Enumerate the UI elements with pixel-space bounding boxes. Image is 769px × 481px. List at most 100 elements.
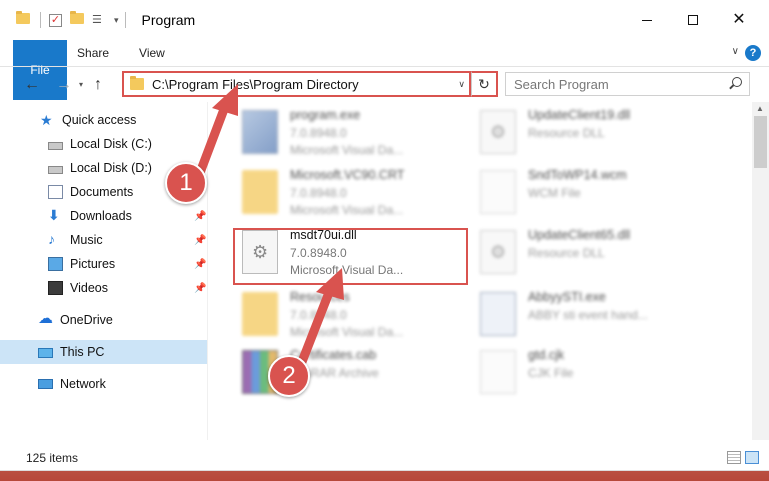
file-name: UpdateClient19.dll	[528, 108, 631, 122]
documents-icon	[48, 185, 63, 199]
file-description: Microsoft Visual Da...	[290, 143, 404, 157]
search-placeholder: Search Program	[514, 76, 609, 92]
onedrive-icon: ☁	[38, 310, 53, 327]
back-button[interactable]: ←	[20, 76, 44, 94]
search-icon	[732, 77, 742, 87]
help-icon[interactable]: ?	[745, 45, 761, 61]
address-bar[interactable]: C:\Program Files\Program Directory ∨	[122, 71, 471, 97]
file-description: Microsoft Visual Da...	[290, 203, 404, 217]
document-file-icon	[480, 350, 516, 394]
sidebar-item-pictures[interactable]: Pictures 📌	[0, 252, 207, 276]
sidebar-item-onedrive[interactable]: ☁ OneDrive	[0, 308, 207, 332]
close-icon: ✕	[732, 11, 746, 28]
forward-button[interactable]: →	[52, 76, 76, 94]
refresh-button[interactable]: ↻	[471, 71, 498, 97]
vertical-scrollbar[interactable]: ▲	[752, 102, 769, 440]
tab-share[interactable]: Share	[62, 40, 124, 66]
file-type: WCM File	[528, 186, 581, 200]
new-folder-icon[interactable]	[70, 11, 84, 27]
file-name: gtd.cjk	[528, 348, 565, 362]
downloads-icon: ⬇	[48, 207, 60, 223]
folder-icon	[130, 76, 144, 90]
view-switcher	[727, 451, 759, 464]
document-file-icon	[480, 170, 516, 214]
folder-icon	[242, 292, 278, 336]
large-icons-view-icon[interactable]	[745, 451, 759, 464]
search-input[interactable]: Search Program	[505, 72, 750, 96]
close-button[interactable]: ✕	[716, 0, 762, 40]
title-bar: ✓ ☰ ▾ Program ✕	[0, 0, 769, 40]
dll-file-icon: ⚙	[480, 230, 516, 274]
file-version: 7.0.8948.0	[290, 186, 347, 200]
maximize-button[interactable]	[670, 0, 716, 40]
content-area: ★ Quick access Local Disk (C:) Local Dis…	[0, 102, 769, 440]
address-row: ← → ▾ ↑ C:\Program Files\Program Directo…	[0, 66, 769, 102]
sidebar-item-label: Pictures	[70, 257, 116, 271]
sidebar-item-label: This PC	[60, 345, 105, 359]
file-name: Resources	[290, 290, 350, 304]
pin-icon[interactable]: 📌	[194, 235, 206, 246]
scroll-up-icon[interactable]: ▲	[756, 104, 764, 113]
sidebar-item-network[interactable]: Network	[0, 372, 207, 396]
file-item-microsoft-vc90-crt[interactable]: Microsoft.VC90.CRT 7.0.8948.0 Microsoft …	[234, 166, 464, 226]
file-description: Microsoft Visual Da...	[290, 325, 404, 339]
pin-icon[interactable]: 📌	[194, 259, 206, 270]
sidebar-item-label: Documents	[70, 185, 134, 199]
file-item-program-exe[interactable]: program.exe 7.0.8948.0 Microsoft Visual …	[234, 106, 464, 166]
pictures-icon	[48, 257, 63, 271]
quick-access-toolbar-icon[interactable]: ☰	[92, 13, 106, 27]
file-type: CJK File	[528, 366, 574, 380]
gear-icon: ⚙	[490, 122, 507, 142]
file-item-updateclient19-dll[interactable]: ⚙ UpdateClient19.dll Resource DLL	[472, 106, 702, 166]
drive-icon	[48, 165, 63, 174]
sidebar-item-this-pc[interactable]: This PC	[0, 340, 207, 364]
file-name: program.exe	[290, 108, 361, 122]
videos-icon	[48, 281, 63, 295]
folder-icon[interactable]	[16, 11, 30, 27]
dll-file-icon: ⚙	[480, 110, 516, 154]
file-item-resources[interactable]: Resources 7.0.8948.0 Microsoft Visual Da…	[234, 288, 464, 348]
sidebar-item-local-disk-c[interactable]: Local Disk (C:)	[0, 132, 207, 156]
status-bar: 125 items	[0, 447, 769, 469]
details-view-icon[interactable]	[727, 451, 741, 464]
sidebar-item-label: Downloads	[70, 209, 132, 223]
customize-toolbar-caret-icon[interactable]: ▾	[114, 15, 119, 26]
folder-icon	[242, 170, 278, 214]
pin-icon[interactable]: 📌	[194, 211, 206, 222]
properties-icon[interactable]: ✓	[49, 13, 62, 27]
drive-icon	[48, 141, 63, 150]
minimize-button[interactable]	[624, 0, 670, 40]
sidebar-item-label: Quick access	[62, 113, 137, 127]
file-item-abbyysti-exe[interactable]: AbbyySTI.exe ABBY sti event hand...	[472, 288, 702, 348]
sidebar-item-music[interactable]: ♪ Music 📌	[0, 228, 207, 252]
network-icon	[38, 379, 53, 389]
maximize-icon	[688, 15, 698, 25]
expand-ribbon-icon[interactable]: ∨	[732, 46, 739, 57]
file-type: Resource DLL	[528, 126, 605, 140]
callout-badge-2: 2	[268, 355, 310, 397]
sidebar-item-label: Local Disk (C:)	[70, 137, 152, 151]
window-title: Program	[141, 12, 196, 28]
exe-file-icon	[242, 110, 278, 154]
file-item-sndtowp14-wcm[interactable]: SndToWP14.wcm WCM File	[472, 166, 702, 226]
sidebar-item-label: OneDrive	[60, 313, 113, 327]
tab-view[interactable]: View	[124, 40, 180, 66]
address-dropdown-icon[interactable]: ∨	[458, 79, 465, 90]
up-button[interactable]: ↑	[86, 76, 110, 94]
file-description: ABBY sti event hand...	[528, 308, 648, 322]
pin-icon[interactable]: 📌	[194, 283, 206, 294]
file-item-gtd-cjk[interactable]: gtd.cjk CJK File	[472, 346, 702, 406]
file-name: SndToWP14.wcm	[528, 168, 627, 182]
gear-icon: ⚙	[490, 242, 507, 262]
recent-locations-icon[interactable]: ▾	[76, 80, 86, 89]
file-name: Microsoft.VC90.CRT	[290, 168, 405, 182]
this-pc-icon	[38, 347, 53, 358]
callout-badge-1: 1	[165, 162, 207, 204]
sidebar-item-downloads[interactable]: ⬇ Downloads 📌	[0, 204, 207, 228]
scroll-thumb[interactable]	[754, 116, 767, 168]
sidebar-item-quick-access[interactable]: ★ Quick access	[0, 108, 207, 132]
file-item-updateclient65-dll[interactable]: ⚙ UpdateClient65.dll Resource DLL	[472, 226, 702, 286]
sidebar-item-label: Music	[70, 233, 103, 247]
sidebar-item-videos[interactable]: Videos 📌	[0, 276, 207, 300]
star-icon: ★	[40, 112, 53, 128]
